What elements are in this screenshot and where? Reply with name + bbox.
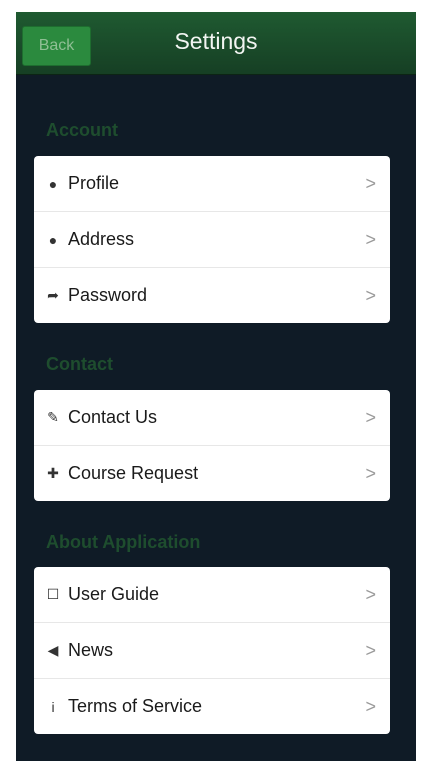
group-account: ● Profile > ● Address > ➦ Password > (34, 156, 390, 323)
speaker-icon: ◀ (47, 642, 59, 658)
settings-item-profile[interactable]: ● Profile > (34, 156, 390, 212)
globe-icon: ● (48, 231, 58, 248)
settings-item-news[interactable]: ◀ News > (34, 623, 390, 679)
settings-item-label: Terms of Service (68, 696, 203, 716)
settings-item-label: Course Request (68, 463, 199, 483)
plus-icon: ✚ (47, 465, 59, 481)
share-icon: ➦ (47, 287, 59, 303)
settings-item-label: Password (68, 285, 148, 305)
info-icon: i (51, 698, 55, 715)
chevron-right-icon: > (365, 407, 376, 427)
settings-screen: Back Settings Account ● Profile > ● Addr… (16, 12, 416, 761)
settings-item-label: Address (68, 229, 135, 249)
settings-item-label: News (68, 640, 114, 660)
settings-item-password[interactable]: ➦ Password > (34, 268, 390, 323)
group-contact: ✎ Contact Us > ✚ Course Request > (34, 390, 390, 501)
pencil-icon: ✎ (47, 409, 59, 425)
settings-item-user-guide[interactable]: ☐ User Guide > (34, 567, 390, 623)
settings-item-label: Profile (68, 173, 120, 193)
settings-item-address[interactable]: ● Address > (34, 212, 390, 268)
chevron-right-icon: > (365, 173, 376, 193)
settings-item-course-request[interactable]: ✚ Course Request > (34, 446, 390, 501)
settings-item-label: Contact Us (68, 407, 158, 427)
chevron-right-icon: > (365, 696, 376, 716)
book-icon: ☐ (46, 586, 60, 602)
section-title-account: Account (46, 120, 118, 140)
settings-item-label: User Guide (68, 584, 160, 604)
chevron-right-icon: > (365, 229, 376, 249)
section-title-about: About Application (46, 532, 201, 552)
globe-icon: ● (48, 175, 58, 192)
page-title: Settings (174, 28, 258, 54)
header-bar: Back Settings (16, 12, 416, 75)
chevron-right-icon: > (365, 584, 376, 604)
settings-item-terms[interactable]: i Terms of Service > (34, 679, 390, 734)
chevron-right-icon: > (365, 640, 376, 660)
settings-item-contact-us[interactable]: ✎ Contact Us > (34, 390, 390, 446)
group-about: ☐ User Guide > ◀ News > i Terms of Servi… (34, 567, 390, 734)
chevron-right-icon: > (365, 285, 376, 305)
section-title-contact: Contact (46, 354, 113, 374)
chevron-right-icon: > (365, 463, 376, 483)
